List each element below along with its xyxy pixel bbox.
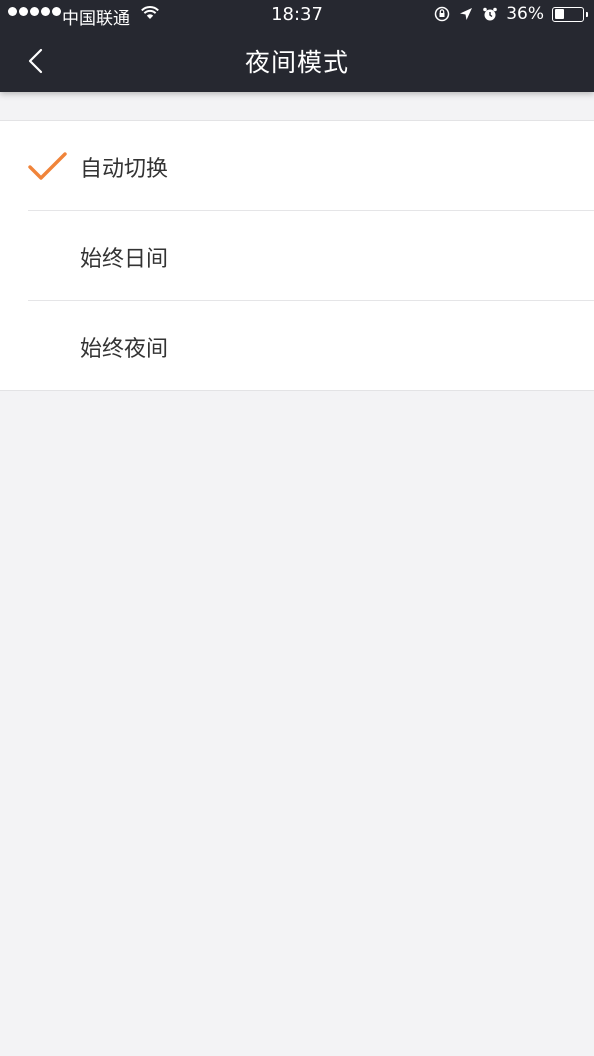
status-right-group: 36%	[434, 4, 588, 24]
status-bar: 中国联通 18:37 36%	[0, 0, 594, 30]
location-arrow-icon	[460, 8, 473, 20]
option-auto-switch[interactable]: 自动切换	[0, 121, 594, 211]
checkmark-icon	[28, 152, 67, 180]
option-always-night[interactable]: 始终夜间	[0, 301, 594, 391]
alarm-icon	[483, 7, 498, 21]
battery-percent: 36%	[506, 4, 544, 24]
night-mode-options: 自动切换 始终日间 始终夜间	[0, 120, 594, 391]
app-header: 中国联通 18:37 36% 夜间模式	[0, 0, 594, 92]
page-title: 夜间模式	[244, 48, 349, 77]
orientation-lock-icon	[434, 6, 450, 22]
option-label: 始终夜间	[80, 337, 169, 362]
nav-bar: 夜间模式	[0, 30, 594, 92]
battery-level-fill	[554, 9, 565, 19]
battery-icon	[552, 6, 588, 22]
option-label: 自动切换	[80, 157, 169, 182]
option-label: 始终日间	[80, 247, 169, 272]
option-always-day[interactable]: 始终日间	[0, 211, 594, 301]
